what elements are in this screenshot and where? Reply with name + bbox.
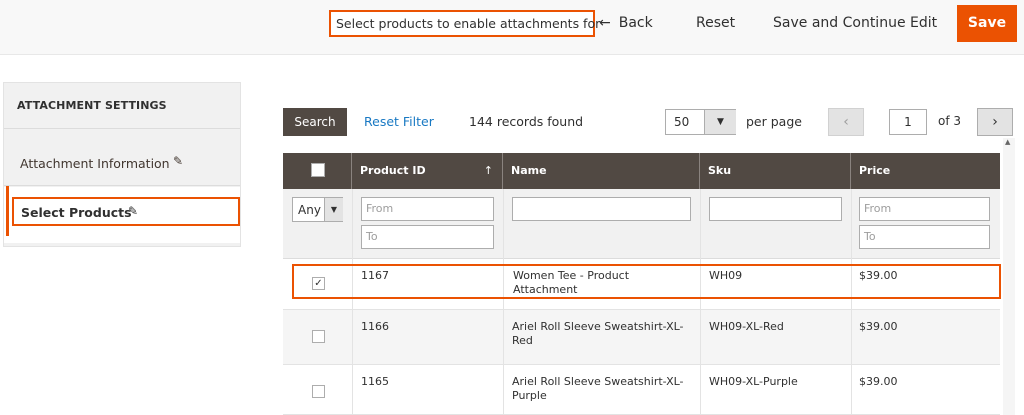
scroll-up-icon[interactable]: ▲ (1005, 138, 1010, 146)
column-divider (851, 189, 852, 415)
sidebar-item-label: Attachment Information (20, 156, 170, 171)
per-page-value: 50 (674, 115, 690, 129)
table-row[interactable]: 1165 Ariel Roll Sleeve Sweatshirt-XL-Pur… (283, 365, 1000, 415)
row-checkbox[interactable] (312, 330, 325, 343)
next-page-button[interactable]: › (977, 108, 1013, 136)
per-page-label: per page (746, 114, 802, 129)
column-sku[interactable]: Sku (700, 153, 851, 189)
reset-filter-link[interactable]: Reset Filter (364, 114, 434, 129)
sku-filter-input[interactable] (709, 197, 842, 221)
cell-product-id: 1166 (361, 320, 389, 333)
cell-sku: WH09-XL-Red (709, 320, 784, 333)
per-page-select[interactable]: 50 ▼ (665, 109, 736, 135)
page-total: of 3 (938, 114, 962, 128)
sidebar-title: ATTACHMENT SETTINGS (4, 83, 240, 129)
select-all-column (283, 153, 352, 189)
column-label: Sku (708, 164, 732, 177)
records-found: 144 records found (469, 114, 584, 129)
arrow-left-icon: ← (599, 15, 611, 31)
selection-filter-select[interactable]: Any ▼ (292, 197, 343, 222)
back-button[interactable]: ← Back (599, 13, 653, 35)
cell-price: $39.00 (859, 320, 898, 333)
current-page-input[interactable]: 1 (889, 109, 927, 135)
name-filter-input[interactable] (512, 197, 691, 221)
select-all-checkbox[interactable] (311, 163, 325, 177)
cell-price: $39.00 (859, 375, 898, 388)
column-divider (352, 189, 353, 415)
product-id-to-input[interactable]: To (361, 225, 494, 249)
selection-filter-value: Any (298, 203, 321, 217)
save-and-continue-button[interactable]: Save and Continue Edit (773, 13, 937, 33)
save-button[interactable]: Save (957, 5, 1017, 42)
product-id-from-input[interactable]: From (361, 197, 494, 221)
cell-sku: WH09-XL-Purple (709, 375, 798, 388)
page-actions-bar: Select products to enable attachments fo… (0, 0, 1024, 55)
reset-button[interactable]: Reset (696, 13, 735, 33)
filter-row: Any ▼ From To From To (283, 189, 1000, 259)
caret-down-icon[interactable]: ▼ (324, 198, 343, 221)
column-label: Price (859, 164, 891, 177)
chevron-left-icon: ‹ (843, 114, 849, 130)
row-checkbox[interactable] (312, 385, 325, 398)
column-price[interactable]: Price (851, 153, 1000, 189)
price-from-input[interactable]: From (859, 197, 990, 221)
column-name[interactable]: Name (503, 153, 700, 189)
price-to-input[interactable]: To (859, 225, 990, 249)
column-label: Product ID (360, 164, 426, 177)
sidebar-item-attachment-information[interactable]: Attachment Information ✎ (4, 130, 240, 186)
selected-row-highlight (292, 264, 1001, 299)
table-row[interactable]: 1166 Ariel Roll Sleeve Sweatshirt-XL-Red… (283, 310, 1000, 365)
previous-page-button[interactable]: ‹ (828, 108, 864, 136)
sidebar-item-label: Select Products (21, 205, 132, 220)
column-divider (503, 189, 504, 415)
cell-name: Ariel Roll Sleeve Sweatshirt-XL-Purple (512, 375, 684, 402)
vertical-scrollbar[interactable]: ▲ (1003, 138, 1015, 415)
column-divider (700, 189, 701, 415)
pencil-icon: ✎ (128, 204, 139, 218)
pencil-icon: ✎ (173, 154, 184, 168)
column-label: Name (511, 164, 547, 177)
cell-product-id: 1165 (361, 375, 389, 388)
active-item-indicator (6, 186, 9, 236)
page-title: Select products to enable attachments fo… (329, 10, 600, 37)
chevron-right-icon: › (992, 114, 998, 130)
sort-ascending-icon: ↑ (483, 164, 493, 177)
back-button-label: Back (618, 15, 653, 31)
sidebar-item-select-products[interactable]: Select Products ✎ (12, 197, 240, 226)
cell-name: Ariel Roll Sleeve Sweatshirt-XL-Red (512, 320, 684, 347)
column-product-id[interactable]: Product ID ↑ (352, 153, 503, 189)
table-header: Product ID ↑ Name Sku Price (283, 153, 1000, 189)
caret-down-icon[interactable]: ▼ (704, 110, 736, 134)
search-button[interactable]: Search (283, 108, 347, 136)
